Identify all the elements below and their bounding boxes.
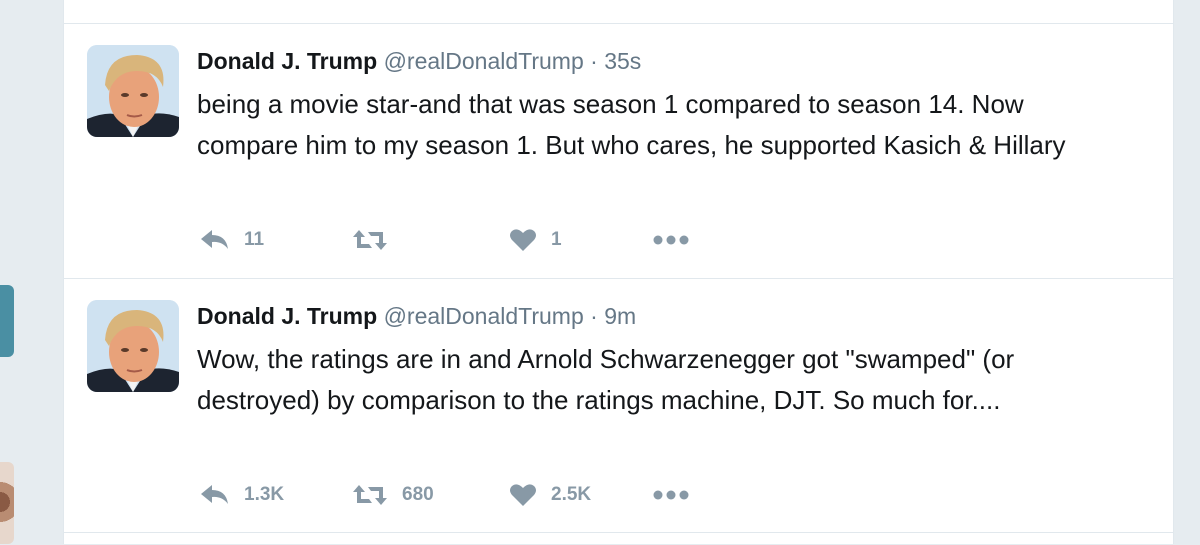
like-button[interactable]: 1 [509,224,562,256]
next-tweet-divider [64,532,1173,545]
timestamp[interactable]: 35s [604,48,641,74]
tweet-text: Wow, the ratings are in and Arnold Schwa… [197,344,1015,415]
like-count: 2.5K [551,484,592,505]
reply-icon [200,484,230,506]
heart-icon [509,483,537,507]
tweet-header: Donald J. Trump @realDonaldTrump · 35s [197,46,641,76]
side-thumbnail[interactable] [0,462,14,544]
like-count: 1 [551,229,562,250]
avatar[interactable] [87,45,179,137]
retweet-button[interactable] [352,224,402,256]
avatar[interactable] [87,300,179,392]
retweet-button[interactable]: 680 [352,479,434,511]
retweet-icon [352,228,388,252]
side-panel-tab[interactable] [0,285,14,357]
tweet-actions: 11 1 [197,224,797,256]
retweet-count: 680 [402,484,434,505]
retweet-icon [352,483,388,507]
separator: · [590,48,598,74]
reply-count: 1.3K [244,484,285,505]
timestamp[interactable]: 9m [604,303,636,329]
tweet[interactable]: Donald J. Trump @realDonaldTrump · 35s b… [64,23,1173,278]
tweet-header: Donald J. Trump @realDonaldTrump · 9m [197,301,636,331]
author-name[interactable]: Donald J. Trump [197,48,377,74]
reply-button[interactable]: 11 [200,224,264,256]
author-handle[interactable]: @realDonaldTrump [384,303,584,329]
author-handle[interactable]: @realDonaldTrump [384,48,584,74]
heart-icon [509,228,537,252]
more-button[interactable] [652,224,690,256]
tweet-actions: 1.3K 680 2.5K [197,479,797,511]
timeline-stream: Donald J. Trump @realDonaldTrump · 35s b… [63,0,1174,544]
more-dots-icon [652,234,690,246]
more-button[interactable] [652,479,690,511]
separator: · [590,303,598,329]
tweet-text: being a movie star-and that was season 1… [197,89,1066,160]
reply-icon [200,229,230,251]
reply-count: 11 [244,229,265,250]
author-name[interactable]: Donald J. Trump [197,303,377,329]
more-dots-icon [652,489,690,501]
like-button[interactable]: 2.5K [509,479,591,511]
reply-button[interactable]: 1.3K [200,479,284,511]
tweet[interactable]: Donald J. Trump @realDonaldTrump · 9m Wo… [64,278,1173,533]
